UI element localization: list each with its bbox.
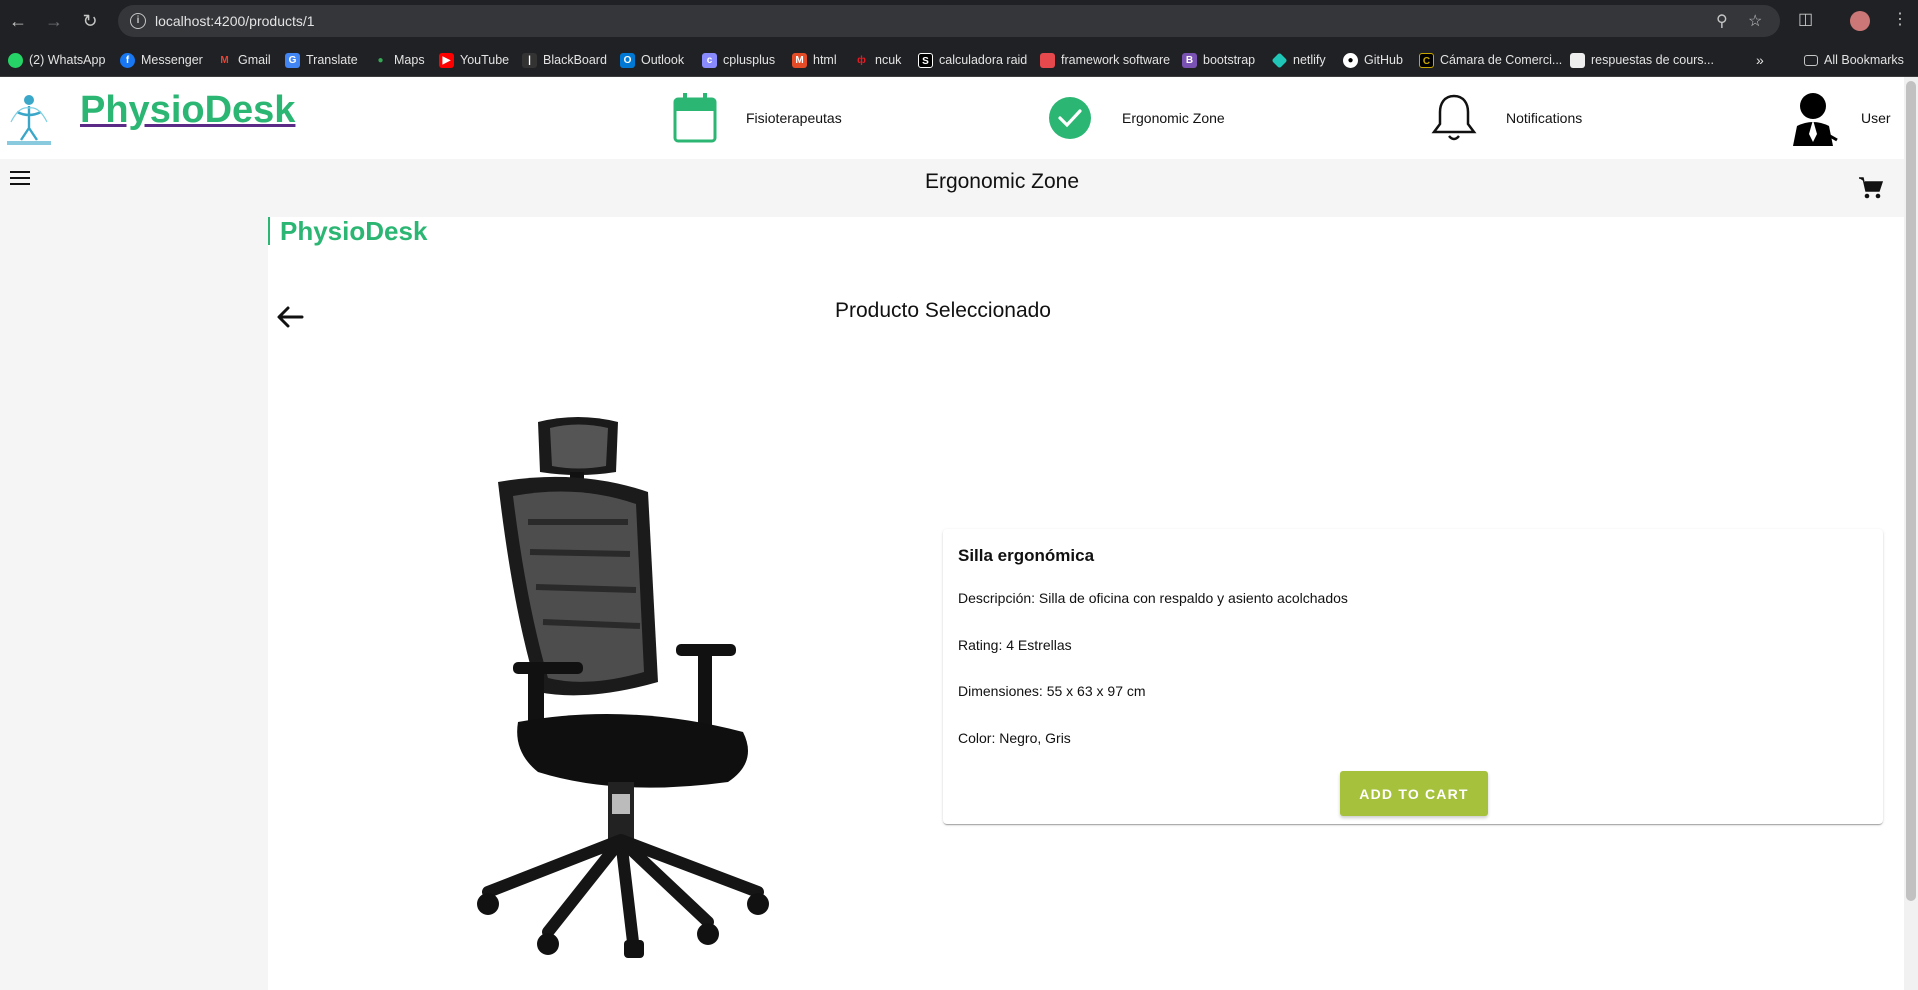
bootstrap-icon: B [1182,52,1197,68]
netlify-icon [1271,52,1288,68]
reload-icon[interactable]: ↻ [78,9,102,33]
address-bar[interactable]: i localhost:4200/products/1 ⚲ ☆ [118,5,1780,37]
bookmark-respuestas[interactable]: respuestas de cours... [1570,51,1714,69]
calendar-icon [673,93,717,143]
brand-title[interactable]: PhysioDesk [80,89,295,132]
bookmark-youtube[interactable]: ▶ YouTube [439,51,509,69]
forward-icon[interactable]: → [42,9,66,33]
extensions-icon[interactable]: ◫ [1798,9,1813,29]
translate-icon: G [285,52,300,68]
nav-label: Ergonomic Zone [1122,110,1225,126]
page-scrollbar[interactable] [1904,77,1918,990]
whatsapp-icon [8,52,23,68]
bookmark-cplusplus[interactable]: c cplusplus [702,51,775,69]
nav-fisioterapeutas[interactable]: Fisioterapeutas [672,77,842,159]
cplusplus-icon: c [702,52,717,68]
add-to-cart-button[interactable]: ADD TO CART [1340,771,1488,816]
sub-brand-title: PhysioDesk [268,217,427,245]
camara-icon: C [1419,52,1434,68]
bookmark-translate[interactable]: G Translate [285,51,358,69]
bookmarks-bar: (2) WhatsApp f Messenger M Gmail G Translat… [0,42,1918,77]
outlook-icon: O [620,52,635,68]
main-content: PhysioDesk Producto Seleccionado Silla e… [268,217,1904,990]
nav-label: Notifications [1506,110,1583,126]
browser-toolbar: ← → ↻ i localhost:4200/products/1 ⚲ ☆ ◫ … [0,0,1918,42]
nav-ergonomic-zone[interactable]: Ergonomic Zone [1048,77,1225,159]
bookmark-whatsapp[interactable]: (2) WhatsApp [8,51,105,69]
product-card: Silla ergonómica Descripción: Silla de o… [943,529,1883,824]
bookmark-outlook[interactable]: O Outlook [620,51,684,69]
bookmarks-overflow-icon[interactable]: » [1756,51,1764,69]
shopping-cart-icon[interactable] [1858,175,1884,201]
site-info-icon[interactable]: i [130,13,146,29]
nav-user[interactable]: User [1785,77,1891,159]
calculadora-icon: S [918,52,933,68]
product-name: Silla ergonómica [958,546,1095,565]
bookmark-gmail[interactable]: M Gmail [217,51,270,69]
folder-icon [1804,54,1818,66]
bookmark-maps[interactable]: ● Maps [373,51,424,69]
product-rating: Rating: 4 Estrellas [958,637,1072,653]
page-heading: Producto Seleccionado [835,299,1051,322]
blackboard-icon: | [522,52,537,68]
scrollbar-thumb[interactable] [1906,81,1916,901]
product-color: Color: Negro, Gris [958,730,1071,746]
bookmark-netlify[interactable]: netlify [1271,51,1326,69]
toolbar-title: Ergonomic Zone [924,170,1080,193]
bookmark-star-icon[interactable]: ☆ [1748,11,1762,31]
bookmark-blackboard[interactable]: | BlackBoard [522,51,607,69]
back-icon[interactable]: ← [6,9,30,33]
nav-notifications[interactable]: Notifications [1430,77,1582,159]
bookmark-camara[interactable]: C Cámara de Comerci... [1419,51,1562,69]
bookmark-github[interactable]: ● GitHub [1343,51,1403,69]
menu-icon[interactable] [10,171,30,187]
user-avatar-icon [1793,93,1838,146]
nav-label: User [1861,110,1891,126]
gmail-icon: M [220,54,229,66]
product-image [477,417,769,958]
more-menu-icon[interactable]: ⋮ [1892,9,1908,29]
toolbar: Ergonomic Zone [268,159,1904,217]
bookmark-bootstrap[interactable]: Bbootstrap [1182,51,1255,69]
youtube-icon: ▶ [439,52,454,68]
bookmark-calculadora[interactable]: Scalculadora raid [918,51,1027,69]
url-text[interactable]: localhost:4200/products/1 [155,13,315,29]
all-bookmarks[interactable]: All Bookmarks [1804,51,1904,69]
bookmark-framework[interactable]: framework software [1040,51,1170,69]
bookmark-ncuk[interactable]: ф ncuk [854,51,901,69]
document-icon [1570,52,1585,68]
framework-icon [1040,52,1055,68]
sidebar [0,159,268,990]
maps-icon: ● [377,54,384,66]
check-circle-icon [1049,97,1091,139]
html-icon: M [792,52,807,68]
bell-icon [1431,94,1477,141]
app-header: PhysioDesk Fisioterapeutas Ergonomic Zon… [0,77,1904,159]
github-icon: ● [1343,52,1358,68]
ncuk-icon: ф [857,54,866,66]
facebook-icon: f [120,52,135,68]
product-description: Descripción: Silla de oficina con respal… [958,590,1348,606]
product-dimensions: Dimensiones: 55 x 63 x 97 cm [958,683,1146,699]
profile-avatar[interactable] [1850,11,1870,31]
bookmark-html[interactable]: Mhtml [792,51,837,69]
zoom-icon[interactable]: ⚲ [1716,11,1728,31]
nav-label: Fisioterapeutas [746,110,842,126]
bookmark-messenger[interactable]: f Messenger [120,51,203,69]
physiodesk-logo [7,95,51,145]
